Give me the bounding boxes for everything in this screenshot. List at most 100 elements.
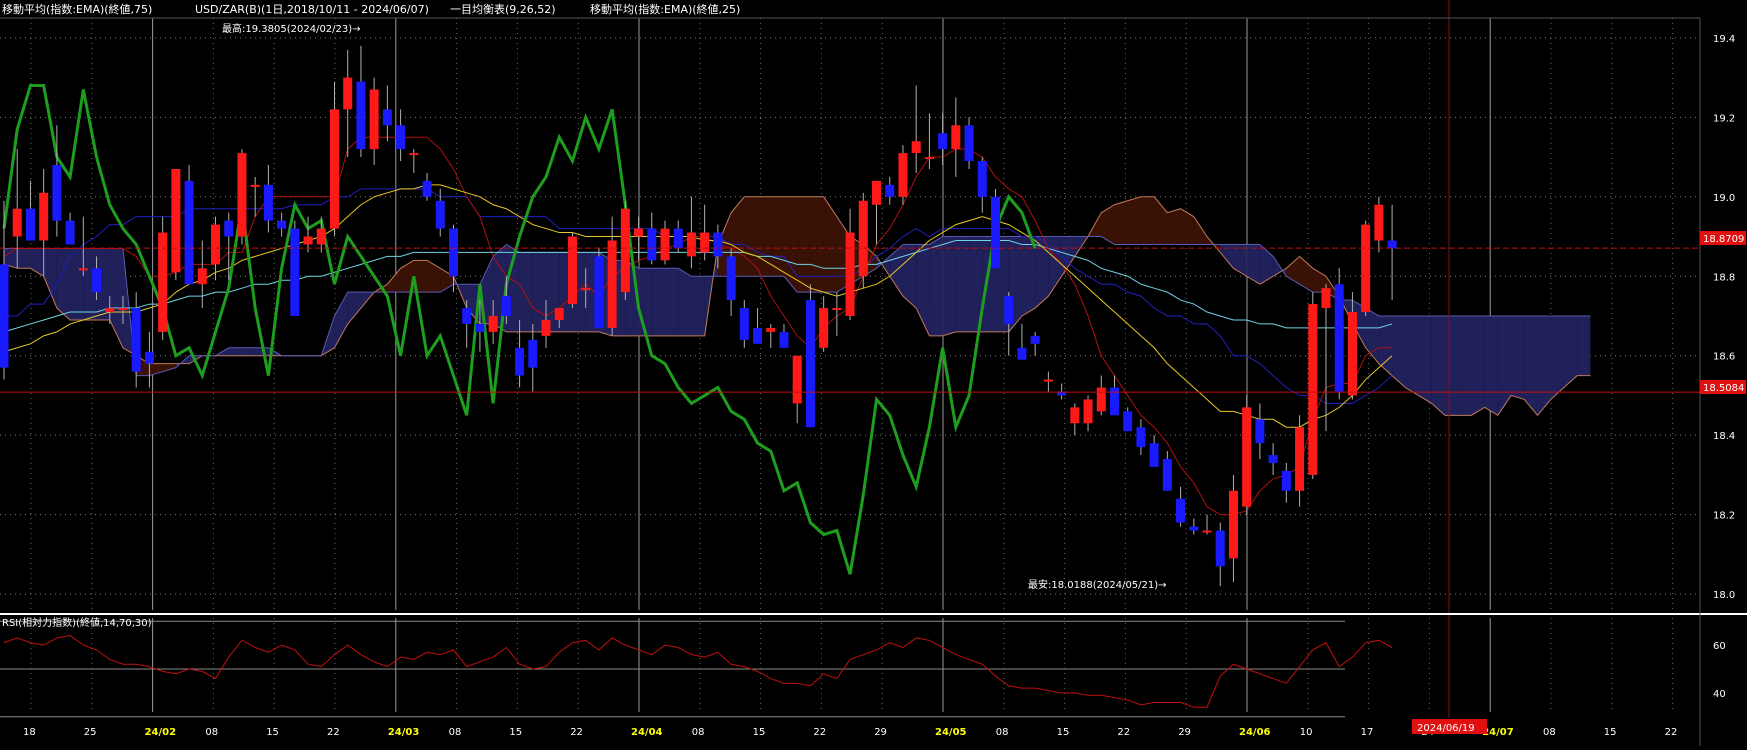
candle-up bbox=[211, 224, 221, 265]
candle-down bbox=[1176, 498, 1186, 523]
header-ema25: 移動平均(指数:EMA)(終値,25) bbox=[590, 2, 740, 16]
cloud-segment bbox=[1405, 315, 1419, 396]
candle-down bbox=[673, 228, 683, 249]
candle-up bbox=[858, 200, 868, 277]
candle-up bbox=[1374, 204, 1384, 241]
y-tick-label: 19.0 bbox=[1713, 193, 1735, 204]
candle-down bbox=[1030, 335, 1040, 344]
candle-up bbox=[766, 327, 776, 332]
candle-down bbox=[382, 109, 392, 126]
cloud-segment bbox=[1577, 315, 1591, 376]
candle-down bbox=[977, 161, 987, 197]
x-tick-label: 22 bbox=[327, 727, 340, 738]
candle-down bbox=[1268, 455, 1278, 463]
candle-down bbox=[448, 228, 458, 277]
y-tick-label: 18.6 bbox=[1713, 352, 1735, 363]
candle-up bbox=[634, 228, 644, 237]
cloud-segment bbox=[757, 196, 771, 277]
cloud-segment bbox=[519, 252, 533, 332]
cloud-segment bbox=[1537, 315, 1551, 416]
candle-up bbox=[250, 184, 260, 187]
candle-up bbox=[197, 268, 207, 285]
cloud-segment bbox=[70, 248, 84, 320]
candle-down bbox=[713, 232, 723, 257]
candle-down bbox=[1017, 347, 1027, 360]
x-tick-label: 08 bbox=[996, 727, 1009, 738]
candle-up bbox=[343, 77, 353, 110]
y-tick-label: 19.4 bbox=[1713, 34, 1735, 45]
cloud-segment bbox=[1140, 196, 1155, 245]
cloud-segment bbox=[770, 196, 784, 277]
x-tick-label: 25 bbox=[84, 727, 97, 738]
cloud-segment bbox=[228, 347, 242, 356]
candle-up bbox=[1043, 379, 1053, 382]
candle-up bbox=[1202, 530, 1212, 533]
cloud-segment bbox=[651, 268, 665, 336]
candle-down bbox=[0, 264, 9, 368]
candle-up bbox=[237, 153, 247, 237]
cloud-segment bbox=[1550, 315, 1564, 400]
cloud-segment bbox=[929, 236, 943, 336]
candle-down bbox=[1189, 526, 1199, 531]
x-tick-label: 18 bbox=[23, 727, 36, 738]
candle-up bbox=[171, 168, 181, 273]
level-price-label: 18.5084 bbox=[1703, 383, 1744, 394]
x-tick-label: 24/05 bbox=[935, 727, 967, 738]
candle-up bbox=[567, 236, 577, 305]
candle-up bbox=[105, 308, 115, 313]
candle-up bbox=[303, 236, 313, 245]
candle-down bbox=[726, 256, 736, 301]
candle-down bbox=[515, 347, 525, 376]
candle-down bbox=[1281, 470, 1291, 491]
candle-down bbox=[594, 256, 604, 328]
x-tick-label: 17 bbox=[1361, 727, 1374, 738]
cloud-segment bbox=[1484, 315, 1498, 416]
candle-up bbox=[1070, 407, 1080, 424]
y-tick-label: 19.2 bbox=[1713, 113, 1735, 124]
candle-down bbox=[396, 125, 406, 150]
rsi-title: RSI(相対力指数)(終値,14,70,30) bbox=[2, 616, 152, 629]
cloud-segment bbox=[1511, 315, 1525, 400]
cloud-segment bbox=[1431, 315, 1445, 416]
cloud-segment bbox=[241, 347, 256, 356]
candle-down bbox=[1149, 443, 1159, 467]
candle-down bbox=[475, 323, 485, 332]
candle-up bbox=[118, 308, 128, 311]
candle-up bbox=[620, 208, 630, 293]
candle-up bbox=[1295, 427, 1305, 491]
candle-up bbox=[792, 355, 802, 404]
x-tick-label: 15 bbox=[753, 727, 766, 738]
header-ema75: 移動平均(指数:EMA)(終値,75) bbox=[2, 2, 152, 16]
cloud-segment bbox=[1471, 315, 1485, 416]
candle-up bbox=[1242, 407, 1252, 507]
candle-up bbox=[607, 240, 617, 328]
candle-down bbox=[938, 133, 948, 150]
candle-down bbox=[647, 228, 657, 261]
cloud-segment bbox=[1418, 315, 1432, 404]
candle-down bbox=[144, 351, 154, 364]
candle-down bbox=[1215, 530, 1225, 567]
cloud-segment bbox=[17, 248, 31, 269]
candle-up bbox=[554, 308, 564, 320]
candle-up bbox=[700, 232, 710, 253]
low-annotation: 最安:18.0188(2024/05/21)→ bbox=[1028, 578, 1167, 591]
date-marker-label: 2024/06/19 bbox=[1417, 723, 1475, 734]
candle-down bbox=[25, 208, 35, 241]
candle-up bbox=[1321, 288, 1331, 309]
x-tick-label: 24/02 bbox=[145, 727, 177, 738]
candle-up bbox=[369, 89, 379, 150]
candle-up bbox=[12, 208, 22, 237]
candle-up bbox=[951, 125, 961, 150]
header-ichimoku: 一目均衡表(9,26,52) bbox=[450, 2, 556, 16]
cloud-segment bbox=[665, 268, 679, 336]
x-tick-label: 24/03 bbox=[388, 727, 420, 738]
candle-down bbox=[805, 300, 815, 428]
candle-down bbox=[739, 308, 749, 340]
x-tick-label: 15 bbox=[509, 727, 522, 738]
x-tick-label: 08 bbox=[449, 727, 462, 738]
cloud-segment bbox=[797, 196, 811, 293]
cloud-segment bbox=[744, 196, 758, 277]
candle-down bbox=[65, 220, 75, 245]
x-tick-label: 08 bbox=[692, 727, 705, 738]
rsi-y-tick-label: 60 bbox=[1713, 641, 1726, 652]
